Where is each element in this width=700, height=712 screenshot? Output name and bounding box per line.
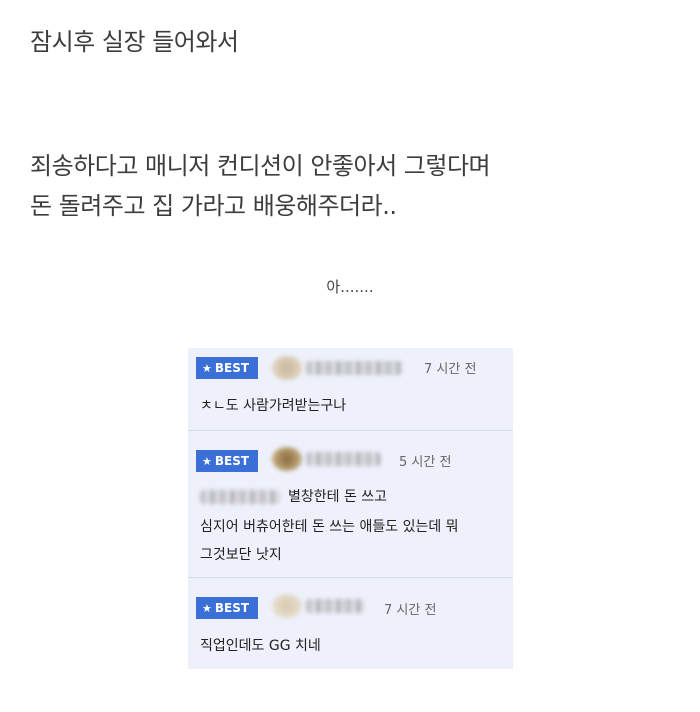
comment-item: ★ BEST 7 시간 전 직업인데도 GG 치네 [188, 578, 513, 669]
comment-text: 심지어 버츄어한테 돈 쓰는 애들도 있는데 뭐 [200, 519, 459, 535]
comment-time: 5 시간 전 [399, 455, 452, 470]
post-text-line-3: 돈 돌려주고 집 가라고 배웅해주더라.. [30, 192, 397, 220]
blurred-username[interactable] [306, 599, 364, 613]
best-badge-label: BEST [214, 601, 250, 615]
comment-item: ★ BEST 7 시간 전 ㅊㄴ도 사람가려받는구나 [188, 348, 513, 431]
blurred-username[interactable] [306, 452, 381, 466]
best-badge: ★ BEST [196, 597, 258, 619]
user-avatar[interactable] [272, 594, 302, 618]
comment-text: 직업인데도 GG 치네 [200, 638, 321, 654]
comment-time: 7 시간 전 [384, 603, 437, 618]
post-text-line-2: 죄송하다고 매니저 컨디션이 안좋아서 그렇다며 [30, 152, 491, 180]
comment-time: 7 시간 전 [424, 362, 477, 377]
star-icon: ★ [202, 455, 212, 468]
post-text-line-4: 아....... [326, 278, 374, 296]
comment-text: 그것보단 낫지 [200, 547, 282, 563]
comment-item: ★ BEST 5 시간 전 별창한테 돈 쓰고 심지어 버츄어한테 돈 쓰는 애들… [188, 431, 513, 578]
star-icon: ★ [202, 602, 212, 615]
post-text-line-1: 잠시후 실장 들어와서 [30, 28, 239, 56]
blurred-username[interactable] [306, 361, 402, 375]
user-avatar[interactable] [272, 447, 302, 471]
best-badge-label: BEST [214, 454, 250, 468]
best-badge: ★ BEST [196, 450, 258, 472]
star-icon: ★ [202, 362, 212, 375]
blurred-mention [200, 490, 280, 504]
user-avatar[interactable] [272, 356, 302, 380]
comment-text: ㅊㄴ도 사람가려받는구나 [200, 398, 347, 414]
best-badge: ★ BEST [196, 357, 258, 379]
best-badge-label: BEST [214, 361, 250, 375]
comment-text: 별창한테 돈 쓰고 [288, 489, 388, 505]
best-comments-panel: ★ BEST 7 시간 전 ㅊㄴ도 사람가려받는구나 ★ BEST 5 시간 전 별… [188, 348, 513, 669]
